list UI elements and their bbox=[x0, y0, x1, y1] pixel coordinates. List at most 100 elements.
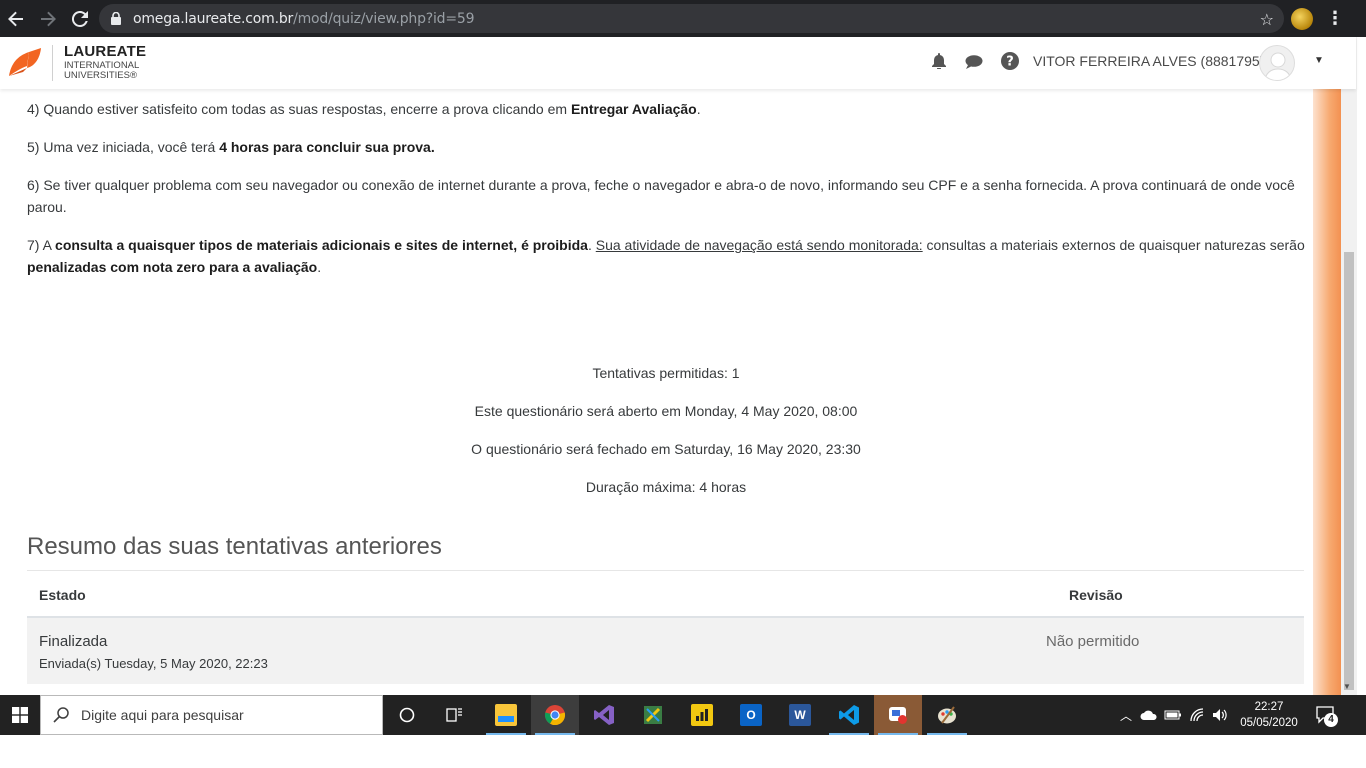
quiz-open-date: Este questionário será aberto em Monday,… bbox=[474, 403, 858, 419]
logo-divider bbox=[52, 45, 53, 81]
taskbar-file-explorer[interactable] bbox=[482, 695, 530, 735]
taskbar-vscode[interactable] bbox=[825, 695, 873, 735]
profile-extension-icon[interactable] bbox=[1291, 8, 1313, 30]
url-domain: omega.laureate.com.br bbox=[133, 10, 294, 27]
search-placeholder: Digite aqui para pesquisar bbox=[81, 707, 244, 723]
site-header: LAUREATE INTERNATIONAL UNIVERSITIES® ? V… bbox=[0, 37, 1356, 89]
start-button[interactable] bbox=[0, 695, 40, 735]
table-header-row: Estado Revisão bbox=[27, 570, 1304, 618]
url-path: /mod/quiz/view.php?id=59 bbox=[293, 10, 475, 27]
browser-toolbar: omega.laureate.com.br/mod/quiz/view.php?… bbox=[0, 0, 1366, 37]
windows-taskbar: Digite aqui para pesquisar O W ︿ 22:27 0… bbox=[0, 695, 1366, 735]
scrollbar-thumb[interactable] bbox=[1344, 252, 1354, 690]
taskbar-power-bi[interactable] bbox=[678, 695, 726, 735]
system-tray: ︿ bbox=[1118, 695, 1228, 735]
clock-time: 22:27 bbox=[1254, 701, 1284, 713]
paint-palette-icon bbox=[938, 706, 956, 724]
user-name[interactable]: VITOR FERREIRA ALVES (8881795) bbox=[1033, 53, 1264, 69]
task-view-icon bbox=[446, 708, 462, 722]
attempt-state: Finalizada bbox=[39, 633, 108, 650]
back-button[interactable] bbox=[0, 0, 32, 37]
show-hidden-icons-chevron-icon[interactable]: ︿ bbox=[1118, 707, 1134, 724]
wifi-icon[interactable] bbox=[1190, 708, 1206, 722]
instruction-7-bold2: penalizadas com nota zero para a avaliaç… bbox=[27, 259, 318, 275]
instruction-7-underline: Sua atividade de navegação está sendo mo… bbox=[595, 237, 923, 253]
instruction-4-end: . bbox=[696, 101, 701, 117]
instruction-7-sep: . bbox=[587, 237, 596, 253]
logo-subtitle-line2: UNIVERSITIES® bbox=[64, 70, 137, 81]
outlook-icon: O bbox=[740, 704, 762, 726]
attempt-submitted-date: Enviada(s) Tuesday, 5 May 2020, 22:23 bbox=[39, 656, 268, 671]
taskbar-visual-studio[interactable] bbox=[580, 695, 628, 735]
taskbar-app-tool[interactable] bbox=[629, 695, 677, 735]
power-bi-icon bbox=[691, 704, 713, 726]
speaker-volume-icon[interactable] bbox=[1212, 708, 1228, 722]
user-avatar[interactable] bbox=[1259, 45, 1295, 81]
address-bar[interactable]: omega.laureate.com.br/mod/quiz/view.php?… bbox=[99, 4, 1284, 33]
column-header-state: Estado bbox=[39, 587, 86, 603]
lock-icon[interactable] bbox=[99, 12, 133, 25]
help-icon[interactable]: ? bbox=[1001, 52, 1019, 70]
cortana-button[interactable] bbox=[383, 695, 431, 735]
instruction-7-end: . bbox=[317, 259, 322, 275]
taskbar-clock[interactable]: 22:27 05/05/2020 bbox=[1236, 699, 1302, 731]
notification-count-badge: 4 bbox=[1324, 713, 1338, 727]
instruction-4-bold: Entregar Avaliação bbox=[570, 101, 697, 117]
windows-logo-icon bbox=[12, 707, 28, 723]
instruction-5-bold: 4 horas para concluir sua prova. bbox=[219, 139, 435, 155]
avatar-placeholder-icon bbox=[1264, 52, 1292, 80]
logo-title: LAUREATE bbox=[64, 43, 147, 60]
taskbar-recording-app[interactable] bbox=[874, 695, 922, 735]
instruction-4: 4) Quando estiver satisfeito com todas a… bbox=[27, 98, 1305, 120]
attempt-review-status: Não permitido bbox=[1046, 633, 1140, 650]
chat-bubble-icon[interactable] bbox=[965, 55, 983, 69]
quiz-close-date: O questionário será fechado em Saturday,… bbox=[471, 441, 861, 457]
instruction-7-text: 7) A bbox=[27, 237, 56, 253]
decorative-side-band bbox=[1313, 89, 1341, 695]
search-icon bbox=[53, 707, 69, 723]
reload-button[interactable] bbox=[64, 0, 96, 37]
instruction-6: 6) Se tiver qualquer problema com seu na… bbox=[27, 177, 1295, 215]
instruction-7-text2: consultas a materiais externos de quaisq… bbox=[922, 237, 1305, 253]
chrome-icon bbox=[544, 705, 566, 726]
taskbar-outlook[interactable]: O bbox=[727, 695, 775, 735]
arrow-left-icon bbox=[8, 11, 23, 26]
attempts-allowed: Tentativas permitidas: 1 bbox=[592, 365, 740, 381]
screen-bottom-area bbox=[0, 735, 1366, 768]
taskbar-search-box[interactable]: Digite aqui para pesquisar bbox=[40, 695, 383, 735]
table-row: Finalizada Enviada(s) Tuesday, 5 May 202… bbox=[27, 618, 1304, 684]
bookmark-star-icon[interactable]: ☆ bbox=[1260, 10, 1274, 30]
recorder-icon bbox=[889, 707, 907, 724]
svg-text:?: ? bbox=[1006, 55, 1014, 70]
cortana-circle-icon bbox=[399, 707, 415, 723]
attempts-summary-title: Resumo das suas tentativas anteriores bbox=[27, 533, 442, 560]
battery-icon[interactable] bbox=[1164, 709, 1182, 721]
action-center-button[interactable]: 4 bbox=[1314, 703, 1338, 732]
folder-icon bbox=[495, 704, 517, 726]
scroll-down-arrow[interactable]: ▼ bbox=[1343, 682, 1351, 691]
column-header-review: Revisão bbox=[1069, 587, 1123, 603]
page-viewport: ▲ ▼ LAUREATE INTERNATIONAL UNIVERSITIES®… bbox=[0, 37, 1366, 695]
visual-studio-icon bbox=[594, 705, 614, 725]
forward-button[interactable] bbox=[32, 0, 64, 37]
user-menu-caret-icon[interactable]: ▼ bbox=[1314, 55, 1324, 66]
instruction-5-text: 5) Uma vez iniciada, você terá bbox=[27, 139, 220, 155]
vscode-icon bbox=[839, 705, 859, 725]
laureate-logo-icon[interactable] bbox=[7, 46, 43, 80]
taskbar-word[interactable]: W bbox=[776, 695, 824, 735]
instruction-4-text: 4) Quando estiver satisfeito com todas a… bbox=[27, 101, 571, 117]
taskbar-chrome[interactable] bbox=[531, 695, 579, 735]
browser-menu-icon[interactable]: ⋮ bbox=[1326, 8, 1344, 29]
bell-icon[interactable] bbox=[932, 53, 946, 69]
taskbar-paint[interactable] bbox=[923, 695, 971, 735]
instruction-5: 5) Uma vez iniciada, você terá 4 horas p… bbox=[27, 136, 1305, 158]
url-text[interactable]: omega.laureate.com.br/mod/quiz/view.php?… bbox=[133, 10, 475, 27]
reload-icon bbox=[72, 10, 88, 27]
onedrive-cloud-icon[interactable] bbox=[1140, 709, 1158, 721]
quiz-duration: Duração máxima: 4 horas bbox=[585, 479, 747, 495]
task-view-button[interactable] bbox=[431, 695, 479, 735]
word-icon: W bbox=[789, 704, 811, 726]
tool-app-icon bbox=[644, 706, 662, 724]
instruction-7-bold: consulta a quaisquer tipos de materiais … bbox=[55, 237, 588, 253]
instruction-7: 7) A consulta a quaisquer tipos de mater… bbox=[27, 234, 1305, 278]
